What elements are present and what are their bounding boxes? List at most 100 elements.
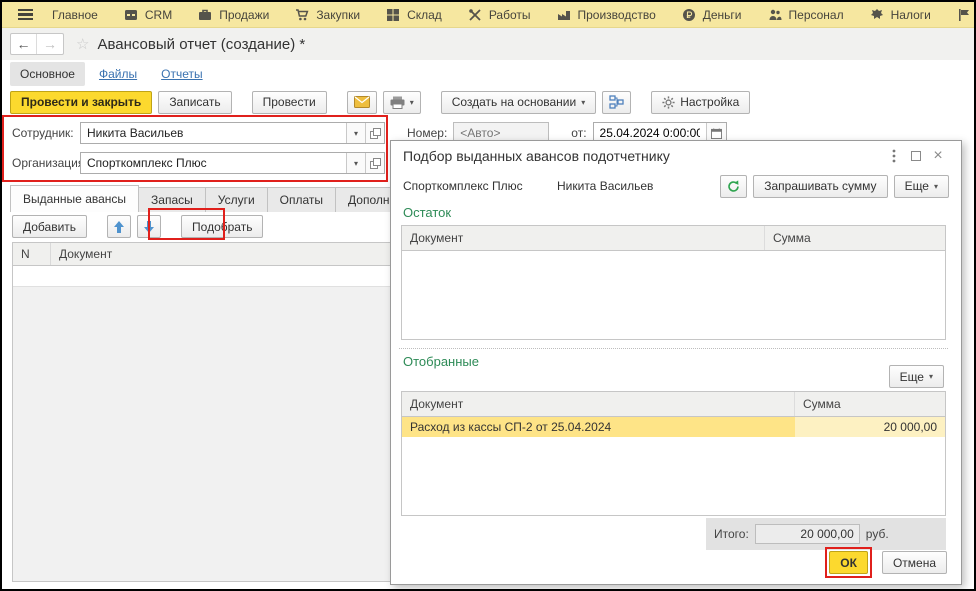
gear-icon bbox=[662, 96, 675, 109]
dialog-maximize-button[interactable] bbox=[905, 146, 927, 166]
postings-dtkt-icon bbox=[609, 95, 624, 109]
advances-table-toolbar: Добавить Подобрать bbox=[12, 215, 263, 238]
open-link-icon bbox=[370, 158, 381, 169]
menu-item-taxes[interactable]: Налоги bbox=[857, 2, 944, 28]
cancel-button[interactable]: Отмена bbox=[882, 551, 947, 574]
menu-item-works[interactable]: Работы bbox=[455, 2, 544, 28]
eagle-emblem-icon bbox=[870, 8, 884, 22]
employee-input[interactable] bbox=[81, 123, 346, 143]
dialog-menu-button[interactable] bbox=[883, 146, 905, 166]
employee-combo: ▾ bbox=[80, 122, 385, 144]
menu-item-main[interactable]: Главное bbox=[39, 2, 111, 28]
add-row-button[interactable]: Добавить bbox=[12, 215, 87, 238]
selected-more-button[interactable]: Еще ▾ bbox=[889, 365, 944, 388]
maximize-icon bbox=[911, 151, 921, 161]
dialog-titlebar: Подбор выданных авансов подотчетнику × bbox=[391, 141, 961, 171]
remainder-section-title: Остаток bbox=[403, 205, 451, 220]
menu-item-purchases[interactable]: Закупки bbox=[282, 2, 373, 28]
print-button[interactable]: ▾ bbox=[383, 91, 421, 114]
top-menubar: Главное CRM Продажи Закупки Склад Работы… bbox=[2, 2, 974, 28]
boxes-grid-icon bbox=[386, 8, 400, 22]
menu-item-crm[interactable]: CRM bbox=[111, 2, 185, 28]
menu-label: Закупки bbox=[316, 8, 360, 22]
tab-files[interactable]: Файлы bbox=[89, 62, 147, 86]
tab-issued-advances[interactable]: Выданные авансы bbox=[10, 185, 139, 212]
dropdown-caret-icon: ▾ bbox=[354, 129, 358, 138]
organization-open-button[interactable] bbox=[365, 153, 384, 173]
date-label: от: bbox=[571, 126, 586, 140]
menu-item-sales[interactable]: Продажи bbox=[185, 2, 282, 28]
menu-label: Деньги bbox=[703, 8, 742, 22]
postings-structure-button[interactable] bbox=[602, 91, 631, 114]
menu-item-production[interactable]: Производство bbox=[544, 2, 669, 28]
selected-section-title: Отобранные bbox=[403, 354, 479, 369]
cart-icon bbox=[295, 8, 309, 22]
column-header-n: N bbox=[13, 243, 51, 265]
section-divider bbox=[399, 348, 948, 349]
forward-icon: → bbox=[43, 36, 57, 52]
selected-table-body: Расход из кассы СП-2 от 25.04.2024 20 00… bbox=[402, 417, 945, 515]
app-window: Главное CRM Продажи Закупки Склад Работы… bbox=[0, 0, 976, 591]
dialog-organization-value: Спорткомплекс Плюс bbox=[403, 179, 557, 193]
selected-table-row[interactable]: Расход из кассы СП-2 от 25.04.2024 20 00… bbox=[402, 417, 945, 437]
organization-input[interactable] bbox=[81, 153, 346, 173]
arrow-up-icon bbox=[114, 221, 124, 233]
move-down-button[interactable] bbox=[137, 215, 161, 238]
employee-dropdown-button[interactable]: ▾ bbox=[346, 123, 365, 143]
row-sum-cell: 20 000,00 bbox=[795, 417, 945, 437]
refresh-button[interactable] bbox=[720, 175, 747, 198]
selected-table[interactable]: Документ Сумма Расход из кассы СП-2 от 2… bbox=[401, 391, 946, 516]
back-icon: ← bbox=[17, 36, 31, 52]
selected-table-header: Документ Сумма bbox=[402, 392, 945, 417]
save-button[interactable]: Записать bbox=[158, 91, 231, 114]
back-button[interactable]: ← bbox=[11, 34, 37, 54]
request-sum-button[interactable]: Запрашивать сумму bbox=[753, 175, 887, 198]
dropdown-caret-icon: ▾ bbox=[354, 159, 358, 168]
post-button[interactable]: Провести bbox=[252, 91, 327, 114]
mail-button[interactable] bbox=[347, 91, 377, 114]
tab-services[interactable]: Услуги bbox=[205, 187, 268, 212]
menu-label: Производство bbox=[578, 8, 656, 22]
document-toolbar: Провести и закрыть Записать Провести ▾ С… bbox=[2, 88, 974, 116]
tab-stock[interactable]: Запасы bbox=[138, 187, 206, 212]
pick-button[interactable]: Подобрать bbox=[181, 215, 263, 238]
navigation-row: ← → ☆ Авансовый отчет (создание) * bbox=[2, 28, 974, 60]
favorites-star-icon[interactable]: ☆ bbox=[76, 35, 89, 53]
remainder-table-body bbox=[402, 251, 945, 339]
create-based-on-button[interactable]: Создать на основании ▾ bbox=[441, 91, 597, 114]
dialog-close-button[interactable]: × bbox=[927, 146, 949, 166]
menu-item-company[interactable]: Компания bbox=[944, 2, 976, 28]
column-header-document: Документ bbox=[402, 392, 795, 416]
organization-dropdown-button[interactable]: ▾ bbox=[346, 153, 365, 173]
post-and-close-button[interactable]: Провести и закрыть bbox=[10, 91, 152, 114]
organization-combo: ▾ bbox=[80, 152, 385, 174]
menu-label: Склад bbox=[407, 8, 442, 22]
forward-button[interactable]: → bbox=[37, 34, 63, 54]
calendar-icon bbox=[711, 128, 722, 139]
refresh-icon bbox=[727, 180, 740, 193]
row-document-cell: Расход из кассы СП-2 от 25.04.2024 bbox=[402, 417, 795, 437]
menu-label: Продажи bbox=[219, 8, 269, 22]
total-panel: Итого: 20 000,00 руб. bbox=[706, 518, 946, 550]
menu-item-staff[interactable]: Персонал bbox=[755, 2, 857, 28]
menu-item-money[interactable]: Деньги bbox=[669, 2, 755, 28]
tab-payments[interactable]: Оплаты bbox=[267, 187, 336, 212]
move-up-button[interactable] bbox=[107, 215, 131, 238]
dialog-context-row: Спорткомплекс Плюс Никита Васильев Запра… bbox=[391, 171, 961, 201]
employee-open-button[interactable] bbox=[365, 123, 384, 143]
flag-icon bbox=[957, 8, 971, 22]
hamburger-menu-icon[interactable] bbox=[12, 9, 39, 21]
menu-item-warehouse[interactable]: Склад bbox=[373, 2, 455, 28]
remainder-table[interactable]: Документ Сумма bbox=[401, 225, 946, 340]
settings-button[interactable]: Настройка bbox=[651, 91, 750, 114]
tab-main[interactable]: Основное bbox=[10, 62, 85, 86]
annotation-red-box-ok-button: ОК bbox=[825, 547, 872, 578]
printer-icon bbox=[390, 96, 405, 109]
ok-button[interactable]: ОК bbox=[829, 551, 868, 574]
menu-label: Работы bbox=[489, 8, 531, 22]
dropdown-caret-icon: ▾ bbox=[581, 98, 585, 107]
dropdown-caret-icon: ▾ bbox=[410, 98, 414, 107]
tab-reports[interactable]: Отчеты bbox=[151, 62, 212, 86]
kebab-menu-icon bbox=[892, 149, 896, 163]
dialog-more-button[interactable]: Еще ▾ bbox=[894, 175, 949, 198]
